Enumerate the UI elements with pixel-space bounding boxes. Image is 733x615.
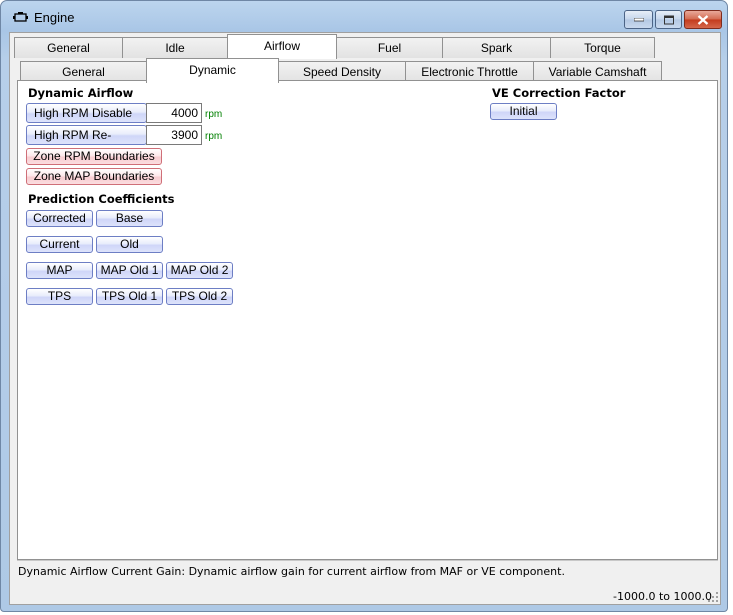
subtab-speed-density[interactable]: Speed Density bbox=[278, 61, 406, 82]
high-rpm-disable-unit: rpm bbox=[205, 109, 223, 120]
close-button[interactable] bbox=[684, 10, 722, 29]
subtab-electronic-throttle[interactable]: Electronic Throttle bbox=[405, 61, 534, 82]
map-old-1-button[interactable]: MAP Old 1 bbox=[96, 262, 163, 279]
ve-correction-heading: VE Correction Factor bbox=[492, 86, 626, 100]
high-rpm-reenable-input[interactable] bbox=[146, 125, 202, 145]
status-description: Dynamic Airflow Current Gain: Dynamic ai… bbox=[18, 565, 565, 578]
tab-idle[interactable]: Idle bbox=[122, 37, 228, 58]
tab-torque-management[interactable]: Torque Management bbox=[550, 37, 655, 75]
maximize-button[interactable] bbox=[655, 10, 682, 29]
dynamic-panel: Dynamic Airflow High RPM Disable rpm Hig… bbox=[17, 80, 718, 560]
close-icon bbox=[697, 14, 709, 25]
tab-fuel[interactable]: Fuel bbox=[336, 37, 443, 58]
window-client-area: General Idle Airflow Fuel Spark Torque M… bbox=[9, 32, 721, 605]
old-button[interactable]: Old bbox=[96, 236, 163, 253]
prediction-coefficients-heading: Prediction Coefficients bbox=[28, 192, 175, 206]
minimize-icon bbox=[633, 17, 644, 21]
zone-rpm-boundaries-button[interactable]: Zone RPM Boundaries bbox=[26, 148, 162, 165]
tps-old-2-button[interactable]: TPS Old 2 bbox=[166, 288, 233, 305]
base-button[interactable]: Base bbox=[96, 210, 163, 227]
map-old-2-button[interactable]: MAP Old 2 bbox=[166, 262, 233, 279]
engine-window: Engine General Idle Airflow Fuel Spark T… bbox=[0, 0, 728, 612]
resize-grip-icon[interactable] bbox=[707, 591, 719, 603]
dynamic-airflow-heading: Dynamic Airflow bbox=[28, 86, 134, 100]
tab-general[interactable]: General bbox=[14, 37, 123, 58]
subtab-general[interactable]: General bbox=[20, 61, 147, 82]
zone-map-boundaries-button[interactable]: Zone MAP Boundaries bbox=[26, 168, 162, 185]
initial-button[interactable]: Initial bbox=[490, 103, 557, 120]
tab-spark[interactable]: Spark bbox=[442, 37, 551, 58]
maximize-icon bbox=[663, 15, 674, 24]
current-button[interactable]: Current bbox=[26, 236, 93, 253]
map-button[interactable]: MAP bbox=[26, 262, 93, 279]
status-range: -1000.0 to 1000.0 bbox=[613, 590, 712, 603]
high-rpm-reenable-unit: rpm bbox=[205, 131, 223, 142]
main-tab-bar: General Idle Airflow Fuel Spark Torque M… bbox=[14, 34, 718, 75]
tps-button[interactable]: TPS bbox=[26, 288, 93, 305]
corrected-button[interactable]: Corrected bbox=[26, 210, 93, 227]
tps-old-1-button[interactable]: TPS Old 1 bbox=[96, 288, 163, 305]
high-rpm-reenable-button[interactable]: High RPM Re-enable bbox=[26, 125, 147, 160]
tab-airflow[interactable]: Airflow bbox=[227, 34, 337, 59]
window-title: Engine bbox=[34, 10, 75, 25]
title-bar[interactable]: Engine bbox=[1, 1, 727, 31]
subtab-dynamic[interactable]: Dynamic bbox=[146, 58, 279, 83]
high-rpm-disable-input[interactable] bbox=[146, 103, 202, 123]
status-bar: Dynamic Airflow Current Gain: Dynamic ai… bbox=[17, 560, 718, 604]
high-rpm-disable-button[interactable]: High RPM Disable bbox=[26, 103, 147, 123]
minimize-button[interactable] bbox=[624, 10, 653, 29]
engine-icon bbox=[13, 12, 28, 22]
subtab-variable-camshaft[interactable]: Variable Camshaft bbox=[533, 61, 662, 82]
